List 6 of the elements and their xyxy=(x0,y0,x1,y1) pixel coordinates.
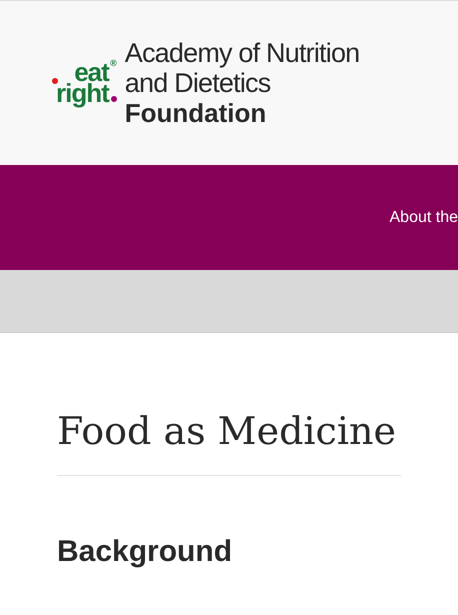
page-title: Food as Medicine xyxy=(57,408,396,455)
logo-text: Academy of Nutrition xyxy=(124,38,360,68)
logo-text: Foundation xyxy=(124,98,268,128)
logo-text: and Dietetics xyxy=(124,68,272,98)
section-heading: Background xyxy=(57,534,234,570)
nav-link[interactable]: About the xyxy=(390,206,458,230)
